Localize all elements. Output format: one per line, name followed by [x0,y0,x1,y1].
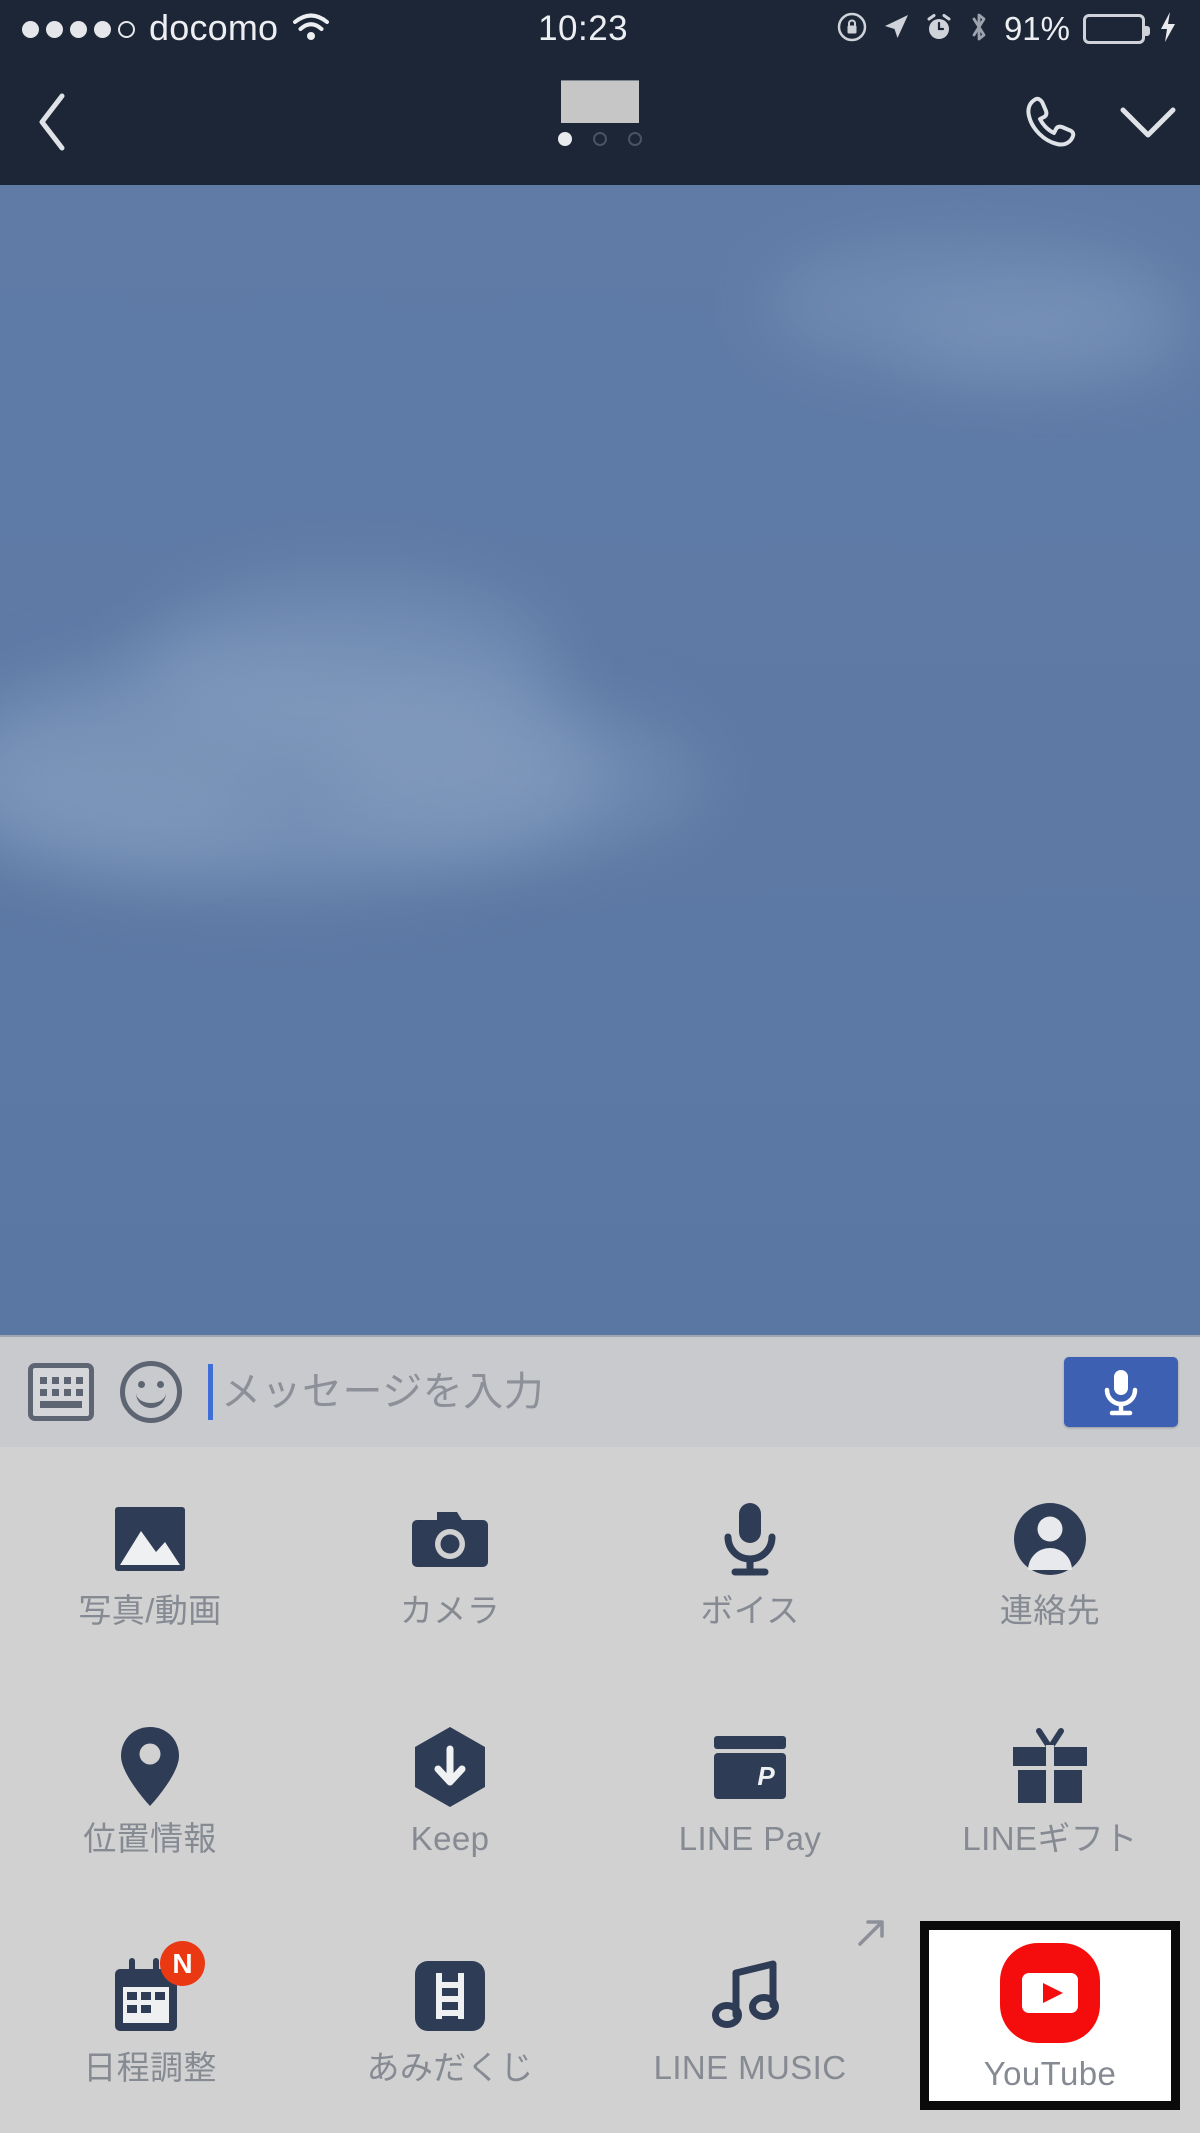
page-dot-3 [628,132,642,146]
location-pin-icon [107,1724,193,1810]
chat-title-masked [561,80,639,123]
alarm-clock-icon [924,12,954,47]
page-indicator-dots [558,132,642,146]
keep-hexagon-download-icon [407,1724,493,1810]
amidakuji-ladder-icon [407,1953,493,2039]
microphone-icon [1104,1370,1138,1416]
photo-video-icon [107,1496,193,1582]
wifi-icon [292,12,330,47]
text-caret [208,1364,213,1420]
phone-call-icon [1026,96,1076,147]
gift-box-icon [1007,1724,1093,1810]
message-input-field[interactable]: メッセージを入力 [208,1359,1064,1425]
attachment-label: ボイス [700,1591,800,1629]
charging-bolt-icon [1158,11,1178,48]
carrier-name: docomo [149,6,279,48]
chat-nav-bar [0,58,1200,185]
status-bar: docomo 10:23 91% [0,0,1200,58]
attachment-label: 日程調整 [83,2049,217,2087]
attachment-item-line-pay[interactable]: P LINE Pay [600,1676,900,1905]
call-button[interactable] [1010,88,1086,156]
calendar-icon: N [107,1941,205,2039]
external-link-arrow-icon [854,1916,888,1955]
battery-percentage: 91% [1003,9,1070,47]
contact-person-icon [1007,1496,1093,1582]
attachment-item-keep[interactable]: Keep [300,1676,600,1905]
nav-bar-actions [1010,88,1186,156]
message-input-bar: メッセージを入力 [0,1335,1200,1447]
attachment-label: Keep [410,1820,490,1858]
attachment-item-youtube[interactable]: YouTube [920,1921,1180,2110]
attachment-label: カメラ [399,1591,501,1629]
attachment-item-line-music[interactable]: LINE MUSIC [600,1904,900,2133]
keyboard-icon[interactable] [28,1363,94,1421]
attachment-item-contacts[interactable]: 連絡先 [900,1447,1200,1676]
location-arrow-icon [881,12,911,47]
attachment-menu-panel: 写真/動画 カメラ ボイス 連絡先 位置情報 Keep P LINE Pay L… [0,1447,1200,2133]
attachment-item-location[interactable]: 位置情報 [0,1676,300,1905]
voice-microphone-icon [707,1496,793,1582]
attachment-label: あみだくじ [366,2049,534,2087]
battery-icon [1083,14,1150,44]
attachment-label: 写真/動画 [78,1591,222,1629]
page-dot-1 [558,132,572,146]
attachment-label: 位置情報 [83,1820,217,1858]
attachment-label: LINE Pay [678,1820,822,1858]
cellular-signal-icon [22,20,135,38]
attachment-label: YouTube [983,2055,1117,2093]
chat-background-photo [0,185,1200,1335]
status-bar-clock: 10:23 [538,8,629,48]
phone-screenshot: docomo 10:23 91% メッセージを入力 写真/動画 カメラ ボイス … [0,0,1200,2133]
page-dot-2 [593,132,607,146]
attachment-item-schedule[interactable]: N 日程調整 [0,1904,300,2133]
voice-record-button[interactable] [1064,1357,1178,1427]
status-bar-left: docomo [22,6,330,49]
notification-badge: N [160,1941,205,1987]
attachment-item-amidakuji[interactable]: あみだくじ [300,1904,600,2133]
status-bar-right: 91% [836,11,1178,48]
bluetooth-icon [967,11,991,48]
attachment-item-photo-video[interactable]: 写真/動画 [0,1447,300,1676]
svg-text:P: P [757,1761,775,1791]
collapse-button[interactable] [1110,88,1186,156]
attachment-label: 連絡先 [999,1591,1101,1629]
attachment-item-camera[interactable]: カメラ [300,1447,600,1676]
attachment-item-voice[interactable]: ボイス [600,1447,900,1676]
attachment-label: LINEギフト [962,1820,1138,1858]
chevron-down-icon [1120,107,1176,138]
music-note-icon [707,1953,793,2039]
attachment-label: LINE MUSIC [653,2049,847,2087]
line-pay-card-icon: P [707,1724,793,1810]
rotation-lock-icon [836,11,868,48]
smiley-face-icon[interactable] [120,1361,182,1423]
message-placeholder: メッセージを入力 [221,1370,545,1414]
attachment-item-line-gift[interactable]: LINEギフト [900,1676,1200,1905]
youtube-icon [998,1941,1102,2045]
camera-icon [407,1496,493,1582]
